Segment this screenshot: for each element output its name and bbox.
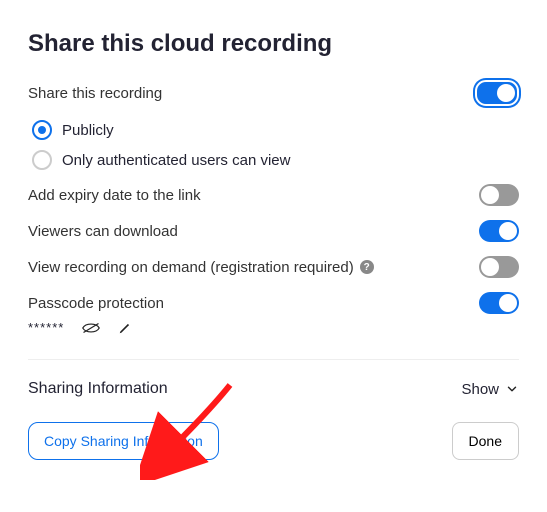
help-icon[interactable]: ? bbox=[360, 260, 374, 274]
visibility-publicly-label: Publicly bbox=[62, 122, 114, 139]
expiry-label: Add expiry date to the link bbox=[28, 187, 201, 204]
visibility-group: Publicly Only authenticated users can vi… bbox=[28, 120, 519, 170]
ondemand-toggle[interactable] bbox=[479, 256, 519, 278]
chevron-down-icon bbox=[505, 382, 519, 396]
sharing-info-row: Sharing Information Show bbox=[28, 380, 519, 398]
sharing-info-toggle[interactable]: Show bbox=[461, 381, 519, 398]
visibility-authenticated-label: Only authenticated users can view bbox=[62, 152, 290, 169]
passcode-row: Passcode protection bbox=[28, 292, 519, 314]
radio-unselected-icon bbox=[32, 150, 52, 170]
divider bbox=[28, 359, 519, 360]
done-button[interactable]: Done bbox=[452, 422, 519, 460]
download-row: Viewers can download bbox=[28, 220, 519, 242]
share-recording-row: Share this recording bbox=[28, 80, 519, 106]
ondemand-row: View recording on demand (registration r… bbox=[28, 256, 519, 278]
download-toggle[interactable] bbox=[479, 220, 519, 242]
visibility-authenticated[interactable]: Only authenticated users can view bbox=[32, 150, 519, 170]
footer: Copy Sharing Information Done bbox=[28, 422, 519, 460]
expiry-toggle[interactable] bbox=[479, 184, 519, 206]
share-recording-label: Share this recording bbox=[28, 85, 162, 102]
expiry-row: Add expiry date to the link bbox=[28, 184, 519, 206]
sharing-info-toggle-label: Show bbox=[461, 381, 499, 398]
ondemand-label: View recording on demand (registration r… bbox=[28, 259, 354, 276]
copy-sharing-info-button[interactable]: Copy Sharing Information bbox=[28, 422, 219, 460]
download-label: Viewers can download bbox=[28, 223, 178, 240]
radio-selected-icon bbox=[32, 120, 52, 140]
passcode-value: ****** bbox=[28, 320, 64, 335]
visibility-publicly[interactable]: Publicly bbox=[32, 120, 519, 140]
edit-passcode-icon[interactable] bbox=[118, 321, 132, 335]
share-recording-panel: Share this cloud recording Share this re… bbox=[0, 0, 547, 490]
reveal-passcode-icon[interactable] bbox=[82, 322, 100, 334]
passcode-line: ****** bbox=[28, 320, 519, 335]
share-recording-toggle[interactable] bbox=[475, 80, 519, 106]
sharing-info-label: Sharing Information bbox=[28, 380, 168, 398]
passcode-label: Passcode protection bbox=[28, 295, 164, 312]
passcode-toggle[interactable] bbox=[479, 292, 519, 314]
dialog-title: Share this cloud recording bbox=[28, 30, 519, 58]
